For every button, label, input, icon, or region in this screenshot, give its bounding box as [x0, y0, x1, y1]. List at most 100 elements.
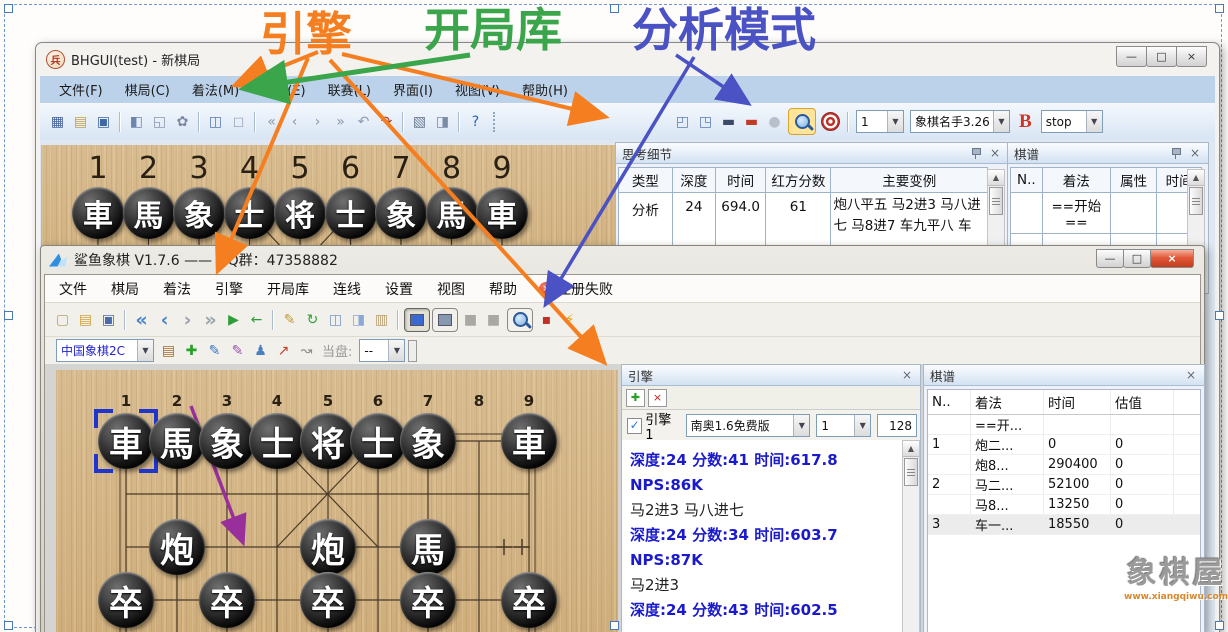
last-icon[interactable]: » — [200, 309, 221, 330]
prev-icon[interactable]: ‹ — [154, 309, 175, 330]
engine-name-select[interactable]: 南奥1.6免费版▼ — [686, 414, 811, 437]
layout-board-button[interactable] — [404, 308, 430, 332]
layout-gray2-icon[interactable]: ■ — [483, 309, 504, 330]
board-piece[interactable]: 将 — [300, 413, 356, 469]
flip-board-icon[interactable]: ◧ — [126, 111, 147, 132]
menu-item-4[interactable]: 开局库 — [255, 279, 321, 299]
engine-threads-select[interactable]: 1▼ — [816, 414, 871, 437]
close-icon[interactable]: × — [1188, 146, 1202, 160]
close-button[interactable]: × — [1176, 46, 1207, 67]
menu-item-0[interactable]: 文件 — [47, 279, 99, 299]
board-piece[interactable]: 象 — [400, 413, 456, 469]
menu-item-3[interactable]: 引擎(E) — [250, 80, 316, 99]
copy-icon[interactable]: ◨ — [432, 111, 453, 132]
engine-checkbox[interactable]: ✓ — [627, 418, 642, 434]
edit-icon[interactable]: ✎ — [204, 340, 225, 361]
monitor-icon[interactable]: ▬ — [718, 111, 739, 132]
scroll-up-icon[interactable]: ▲ — [1188, 170, 1204, 186]
menu-item-1[interactable]: 棋局(C) — [114, 80, 181, 99]
minimize-button[interactable]: — — [1096, 249, 1124, 268]
add-engine-icon[interactable]: ✚ — [626, 389, 645, 407]
save-icon[interactable]: ▣ — [93, 111, 114, 132]
engine-name-select[interactable]: 象棋名手3.26▼ — [910, 110, 1010, 133]
book-select[interactable]: 中国象棋2C▼ — [56, 339, 154, 362]
add-icon[interactable]: ✚ — [181, 340, 202, 361]
board-piece[interactable]: 炮 — [300, 519, 356, 575]
book-icon[interactable]: ▤ — [158, 340, 179, 361]
menu-item-0[interactable]: 文件(F) — [48, 80, 114, 99]
scroll-thumb[interactable] — [904, 458, 918, 486]
stop-dot-icon[interactable]: ▪ — [536, 309, 557, 330]
clock-icon[interactable]: ◱ — [149, 111, 170, 132]
table-row[interactable]: 1炮二...00 — [928, 435, 1200, 455]
user-icon[interactable]: ♟ — [250, 340, 271, 361]
minimize-button[interactable]: — — [1116, 46, 1147, 67]
help-icon[interactable]: ? — [465, 111, 486, 132]
copy-position-icon[interactable]: ◫ — [205, 111, 226, 132]
open-icon[interactable]: ▤ — [75, 309, 96, 330]
selection-handle[interactable] — [1215, 311, 1224, 320]
menu-item-7[interactable]: 帮助(H) — [511, 80, 579, 99]
remove-engine-icon[interactable]: × — [648, 389, 667, 407]
tools-icon[interactable]: ↝ — [296, 340, 317, 361]
board-piece[interactable]: 象 — [173, 187, 225, 239]
copy-fen-icon[interactable]: ◫ — [325, 309, 346, 330]
layout-gray-icon[interactable]: ■ — [460, 309, 481, 330]
analysis-button[interactable] — [507, 308, 533, 332]
menu-item-5[interactable]: 界面(I) — [382, 80, 444, 99]
table-row[interactable]: ==开... — [928, 415, 1200, 435]
pin-icon[interactable] — [1171, 147, 1181, 160]
menu-item-6[interactable]: 视图(V) — [444, 80, 511, 99]
next-move-icon[interactable]: › — [307, 111, 328, 132]
edit-window-icon[interactable]: ◳ — [695, 111, 716, 132]
settings-icon[interactable]: ✿ — [172, 111, 193, 132]
engine-hash-input[interactable]: 128 — [877, 414, 917, 437]
target-icon[interactable] — [821, 112, 840, 131]
engine-count-select[interactable]: 1▼ — [856, 110, 904, 133]
selection-handle[interactable] — [1215, 4, 1224, 13]
board-piece[interactable]: 卒 — [98, 572, 154, 628]
toolbar-grip[interactable] — [493, 112, 500, 132]
close-button[interactable]: × — [1150, 249, 1194, 268]
pen-icon[interactable]: ✎ — [227, 340, 248, 361]
board-piece[interactable]: 卒 — [199, 572, 255, 628]
maximize-button[interactable]: □ — [1123, 249, 1151, 268]
play-icon[interactable]: ▶ — [223, 309, 244, 330]
selection-handle[interactable] — [4, 311, 13, 320]
board-piece[interactable]: 車 — [501, 413, 557, 469]
board-piece[interactable]: 馬 — [149, 413, 205, 469]
first-icon[interactable]: « — [131, 309, 152, 330]
board-piece[interactable]: 車 — [72, 187, 124, 239]
board-piece[interactable]: 車 — [476, 187, 528, 239]
paste-icon[interactable]: ▥ — [371, 309, 392, 330]
board-piece[interactable]: 士 — [325, 187, 377, 239]
board-window-icon[interactable]: ◰ — [672, 111, 693, 132]
board-piece[interactable]: 炮 — [149, 519, 205, 575]
open-icon[interactable]: ▤ — [70, 111, 91, 132]
refresh-icon[interactable]: ↻ — [302, 309, 323, 330]
menu-item-2[interactable]: 着法 — [151, 279, 203, 299]
first-move-icon[interactable]: « — [261, 111, 282, 132]
blunder-check-button[interactable]: B — [1019, 111, 1032, 133]
menu-item-4[interactable]: 联赛(L) — [317, 80, 382, 99]
shark-titlebar[interactable]: 鲨鱼象棋 V1.7.6 —— QQ群：47358882 — [41, 246, 1204, 274]
layout-list-button[interactable] — [432, 308, 458, 332]
table-row[interactable]: 3车一...185500 — [928, 515, 1200, 535]
edit-board-icon[interactable]: ✎ — [279, 309, 300, 330]
selection-handle[interactable] — [4, 4, 13, 13]
menu-item-7[interactable]: 视图 — [425, 279, 477, 299]
new-icon[interactable]: ▢ — [52, 309, 73, 330]
board-piece[interactable]: 馬 — [426, 187, 478, 239]
table-row[interactable]: 2马二...521000 — [928, 475, 1200, 495]
pin-marker-icon[interactable]: ● — [764, 111, 785, 132]
shark-board[interactable]: 123456789車馬象士将士象車炮炮馬卒卒卒卒卒 — [56, 370, 618, 632]
scroll-up-icon[interactable]: ▲ — [988, 170, 1004, 186]
table-row[interactable]: ==开始== — [1011, 193, 1202, 234]
run-mode-select[interactable]: stop▼ — [1041, 110, 1103, 133]
bhgui-titlebar[interactable]: 兵 BHGUI(test) - 新棋局 — [36, 43, 1219, 76]
board-piece[interactable]: 馬 — [123, 187, 175, 239]
snapshot-icon[interactable]: ▧ — [409, 111, 430, 132]
menu-item-6[interactable]: 设置 — [373, 279, 425, 299]
maximize-button[interactable]: □ — [1146, 46, 1177, 67]
menu-item-2[interactable]: 着法(M) — [181, 80, 250, 99]
